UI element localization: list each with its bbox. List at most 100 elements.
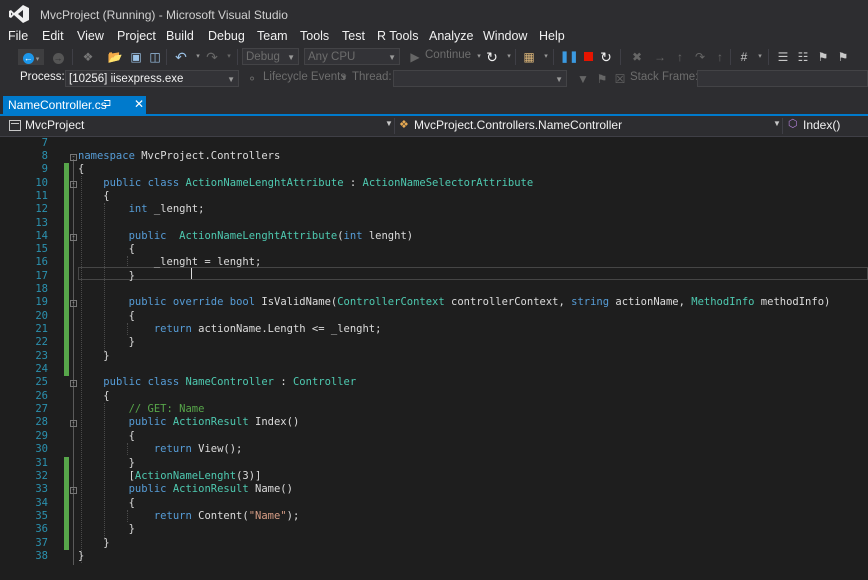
code-line[interactable]: int _lenght; xyxy=(78,203,205,215)
process-select[interactable]: [10256] iisexpress.exe ▼ xyxy=(65,70,239,87)
uncomment-lines-icon[interactable]: ☷ xyxy=(795,49,811,65)
open-icon[interactable]: 📂 xyxy=(107,49,123,65)
pin-icon[interactable]: ⊐ xyxy=(103,98,111,109)
nav-member-dropdown[interactable]: Index() xyxy=(803,118,840,134)
step-over-up-icon[interactable]: ↑ xyxy=(672,49,688,65)
collapse-icon[interactable]: - xyxy=(70,420,77,427)
comment-lines-icon[interactable]: ☰ xyxy=(775,49,791,65)
code-line[interactable]: _lenght = lenght; xyxy=(78,256,261,268)
code-line[interactable]: public ActionNameLenghtAttribute(int len… xyxy=(78,230,414,242)
chevron-down-icon[interactable]: ▼ xyxy=(385,119,393,128)
lifecycle-events-menu[interactable]: Lifecycle Events xyxy=(263,71,346,83)
menu-tools[interactable]: Tools xyxy=(300,29,329,43)
menu-view[interactable]: View xyxy=(77,29,104,43)
hex-display-icon[interactable]: # xyxy=(736,49,752,65)
save-all-icon[interactable]: ◫ xyxy=(147,49,163,65)
code-line[interactable]: } xyxy=(78,457,135,469)
menu-test[interactable]: Test xyxy=(342,29,365,43)
menu-window[interactable]: Window xyxy=(483,29,527,43)
solution-configuration-select[interactable]: Debug ▼ xyxy=(242,48,299,65)
collapse-icon[interactable]: - xyxy=(70,300,77,307)
redo-dropdown-icon[interactable]: ▾ xyxy=(221,49,237,65)
collapse-icon[interactable]: - xyxy=(70,234,77,241)
code-line[interactable]: } xyxy=(78,523,135,535)
back-icon[interactable]: ← ▾ xyxy=(18,49,44,65)
application-insights-icon[interactable]: ▦ xyxy=(521,49,537,65)
code-line[interactable]: public ActionResult Name() xyxy=(78,483,293,495)
thread-select[interactable]: ▼ xyxy=(393,70,567,87)
show-external-code-icon[interactable]: ☒ xyxy=(612,71,628,87)
start-icon[interactable]: ▶ xyxy=(407,49,423,65)
step-into-icon[interactable]: → xyxy=(652,49,668,65)
show-next-statement-icon[interactable]: ✖ xyxy=(629,49,645,65)
menu-project[interactable]: Project xyxy=(117,29,156,43)
code-line[interactable]: } xyxy=(78,270,135,282)
step-over-icon[interactable]: ↷ xyxy=(692,49,708,65)
code-line[interactable]: } xyxy=(78,336,135,348)
hex-dropdown-icon[interactable]: ▾ xyxy=(752,49,768,65)
save-icon[interactable]: ▣ xyxy=(128,49,144,65)
line-number: 12 xyxy=(35,203,48,215)
stack-frame-select[interactable] xyxy=(697,70,868,87)
code-line[interactable]: } xyxy=(78,550,84,562)
menu-debug[interactable]: Debug xyxy=(208,29,245,43)
new-project-icon[interactable]: ❖ xyxy=(80,49,96,65)
code-line[interactable]: // GET: Name xyxy=(78,403,205,415)
code-line[interactable]: [ActionNameLenght(3)] xyxy=(78,470,262,482)
break-all-icon[interactable]: ❚❚ xyxy=(560,49,578,65)
refresh-icon[interactable]: ↻ xyxy=(484,49,500,65)
close-icon[interactable]: ✕ xyxy=(134,97,144,111)
code-line[interactable]: } xyxy=(78,350,109,362)
menu-file[interactable]: File xyxy=(8,29,28,43)
restart-icon[interactable]: ↻ xyxy=(598,49,614,65)
lifecycle-dropdown-icon[interactable]: ▼ xyxy=(340,73,348,82)
collapse-icon[interactable]: - xyxy=(70,487,77,494)
solution-platform-select[interactable]: Any CPU ▼ xyxy=(304,48,400,65)
insights-dropdown-icon[interactable]: ▾ xyxy=(538,49,554,65)
continue-button[interactable]: Continue xyxy=(425,49,471,61)
collapse-icon[interactable]: - xyxy=(70,181,77,188)
menu-build[interactable]: Build xyxy=(166,29,194,43)
code-line[interactable]: { xyxy=(78,390,109,402)
code-line[interactable]: { xyxy=(78,310,135,322)
redo-icon[interactable]: ↷ xyxy=(204,49,220,65)
forward-icon[interactable]: → xyxy=(50,49,66,65)
collapse-icon[interactable]: - xyxy=(70,380,77,387)
tab-namecontroller[interactable]: NameController.cs ⊐ ✕ xyxy=(3,96,146,114)
code-line[interactable]: { xyxy=(78,190,109,202)
code-line[interactable]: public override bool IsValidName(Control… xyxy=(78,296,831,308)
undo-icon[interactable]: ↶ xyxy=(173,49,189,65)
menu-help[interactable]: Help xyxy=(539,29,565,43)
nav-type-dropdown[interactable]: MvcProject.Controllers.NameController xyxy=(414,118,622,134)
code-line[interactable]: { xyxy=(78,497,135,509)
flag-threads-icon[interactable]: ⚑ xyxy=(594,71,610,87)
code-line[interactable]: } xyxy=(78,537,109,549)
text-caret xyxy=(191,268,192,279)
code-line[interactable]: return actionName.Length <= _lenght; xyxy=(78,323,382,335)
code-line[interactable]: namespace MvcProject.Controllers xyxy=(78,150,280,162)
code-line[interactable]: return Content("Name"); xyxy=(78,510,299,522)
code-line[interactable]: public class NameController : Controller xyxy=(78,376,356,388)
line-number: 19 xyxy=(35,296,48,308)
chevron-down-icon[interactable]: ▼ xyxy=(773,119,781,128)
collapse-icon[interactable]: - xyxy=(70,154,77,161)
toolbar-separator xyxy=(730,49,731,65)
toggle-thread-flag-icon[interactable]: ▼ xyxy=(575,71,591,87)
code-line[interactable]: { xyxy=(78,430,135,442)
menu-analyze[interactable]: Analyze xyxy=(429,29,473,43)
code-line[interactable]: public ActionResult Index() xyxy=(78,416,300,428)
line-number: 36 xyxy=(35,523,48,535)
lifecycle-events-icon[interactable]: ⚬ xyxy=(244,71,260,87)
bookmark-icon[interactable]: ⚑ xyxy=(815,49,831,65)
stop-icon[interactable] xyxy=(580,49,596,65)
menu-team[interactable]: Team xyxy=(257,29,288,43)
next-bookmark-icon[interactable]: ⚑ xyxy=(835,49,851,65)
code-line[interactable]: { xyxy=(78,163,84,175)
code-line[interactable]: { xyxy=(78,243,135,255)
nav-project-dropdown[interactable]: MvcProject xyxy=(25,118,84,134)
menu-r-tools[interactable]: R Tools xyxy=(377,29,418,43)
menu-edit[interactable]: Edit xyxy=(42,29,64,43)
code-line[interactable]: public class ActionNameLenghtAttribute :… xyxy=(78,177,533,189)
code-line[interactable]: return View(); xyxy=(78,443,243,455)
step-out-icon[interactable]: ↑ xyxy=(712,49,728,65)
